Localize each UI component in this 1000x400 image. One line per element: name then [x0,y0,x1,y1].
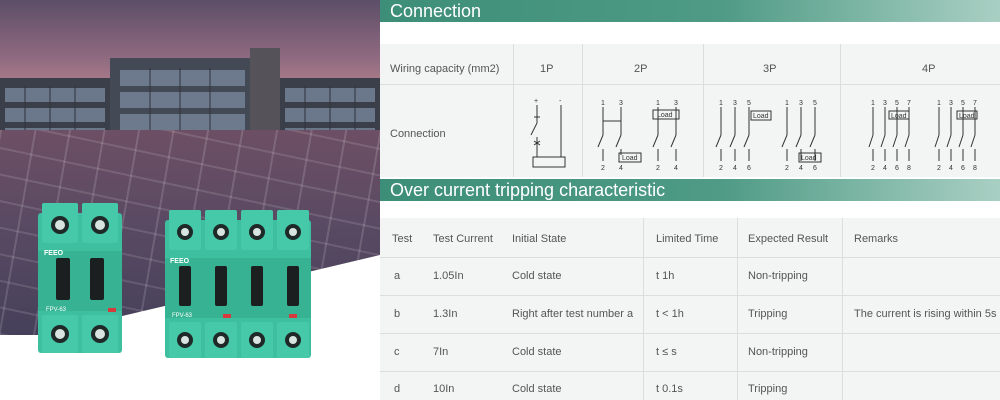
cell-limited-time: t 1h [656,270,675,282]
svg-text:Load: Load [622,155,638,162]
svg-text:-: - [559,98,562,105]
cell-limited-time: t 0.1s [656,383,683,395]
svg-text:4: 4 [733,165,737,172]
cell-test: a [394,270,401,282]
svg-text:3: 3 [674,100,678,107]
svg-text:7: 7 [907,100,911,107]
wiring-diagram-3p: 1 3 5 1 3 5 2 4 6 2 4 6 Load Load [715,100,822,172]
cell-test-current: 7In [433,346,449,358]
pole-4p: 4P [922,63,936,75]
cell-initial-state: Right after test number a [512,308,634,320]
cell-test: b [394,308,401,320]
svg-text:4: 4 [619,165,623,172]
svg-text:Load: Load [801,155,817,162]
svg-text:3: 3 [733,100,737,107]
svg-text:1: 1 [785,100,789,107]
cell-expected-result: Tripping [748,383,788,395]
breaker-4p-model: FPV-63 [172,313,193,319]
svg-text:1: 1 [937,100,941,107]
tripping-section-header: Over current tripping characteristic [380,179,1000,201]
svg-text:3: 3 [799,100,803,107]
svg-text:6: 6 [747,165,751,172]
svg-text:1: 1 [719,100,723,107]
svg-text:Load: Load [959,113,975,120]
svg-text:5: 5 [961,100,965,107]
svg-text:Load: Load [753,113,769,120]
connection-section-header: Connection [380,0,1000,22]
cell-limited-time: t ≤ s [656,346,677,358]
svg-text:2: 2 [601,165,605,172]
cell-initial-state: Cold state [512,346,562,358]
cell-expected-result: Non-tripping [748,346,808,358]
cell-test-current: 1.3In [433,308,458,320]
svg-text:2: 2 [719,165,723,172]
svg-text:1: 1 [601,100,605,107]
cell-initial-state: Cold state [512,270,562,282]
col-header-initial-state: Initial State [512,233,567,245]
svg-text:5: 5 [747,100,751,107]
svg-text:5: 5 [813,100,817,107]
col-header-test-current: Test Current [433,233,493,245]
svg-text:3: 3 [949,100,953,107]
cell-test-current: 10In [433,383,455,395]
svg-text:Load: Load [657,112,673,119]
col-header-limited-time: Limited Time [656,233,719,245]
svg-text:4: 4 [883,165,887,172]
cell-test: d [394,383,401,395]
connection-row-label: Connection [390,128,446,140]
svg-text:2: 2 [785,165,789,172]
breaker-2p-brand: FEEO [44,250,64,257]
breaker-2p [38,203,122,353]
svg-text:8: 8 [907,165,911,172]
svg-text:6: 6 [895,165,899,172]
col-header-remarks: Remarks [854,233,899,245]
cell-limited-time: t < 1h [656,308,684,320]
cell-test-current: 1.05In [433,270,464,282]
svg-text:2: 2 [937,165,941,172]
pole-1p: 1P [540,63,554,75]
svg-text:7: 7 [973,100,977,107]
col-header-test: Test [392,233,413,245]
svg-text:4: 4 [674,165,678,172]
wiring-diagram-2p: 1 3 1 3 2 4 2 4 Load Load [597,100,680,172]
svg-text:4: 4 [799,165,803,172]
svg-text:8: 8 [973,165,977,172]
svg-text:1: 1 [656,100,660,107]
cell-remarks: The current is rising within 5s [854,308,997,320]
svg-text:3: 3 [619,100,623,107]
product-photo: FEEO FPV-63 FEEO FPV-63 [0,0,380,400]
cell-initial-state: Cold state [512,383,562,395]
breaker-4p-brand: FEEO [170,258,190,265]
wiring-diagram-4p: 1 3 5 7 1 3 5 7 2 4 6 8 2 4 6 8 Load Loa… [868,100,978,172]
cell-expected-result: Tripping [748,308,788,320]
pole-3p: 3P [763,63,777,75]
wiring-capacity-label: Wiring capacity (mm2) [390,63,500,75]
cell-expected-result: Non-tripping [748,270,808,282]
cell-test: c [394,346,400,358]
svg-text:2: 2 [656,165,660,172]
svg-text:6: 6 [813,165,817,172]
breaker-2p-model: FPV-63 [46,307,67,313]
svg-text:2: 2 [871,165,875,172]
svg-text:4: 4 [949,165,953,172]
svg-text:5: 5 [895,100,899,107]
breaker-4p [165,210,311,358]
svg-text:3: 3 [883,100,887,107]
col-header-expected-result: Expected Result [748,233,829,245]
svg-text:Load: Load [891,113,907,120]
svg-text:1: 1 [871,100,875,107]
svg-text:+: + [534,98,538,105]
svg-text:6: 6 [961,165,965,172]
pole-2p: 2P [634,63,648,75]
wiring-diagram-1p: + - [530,98,566,168]
